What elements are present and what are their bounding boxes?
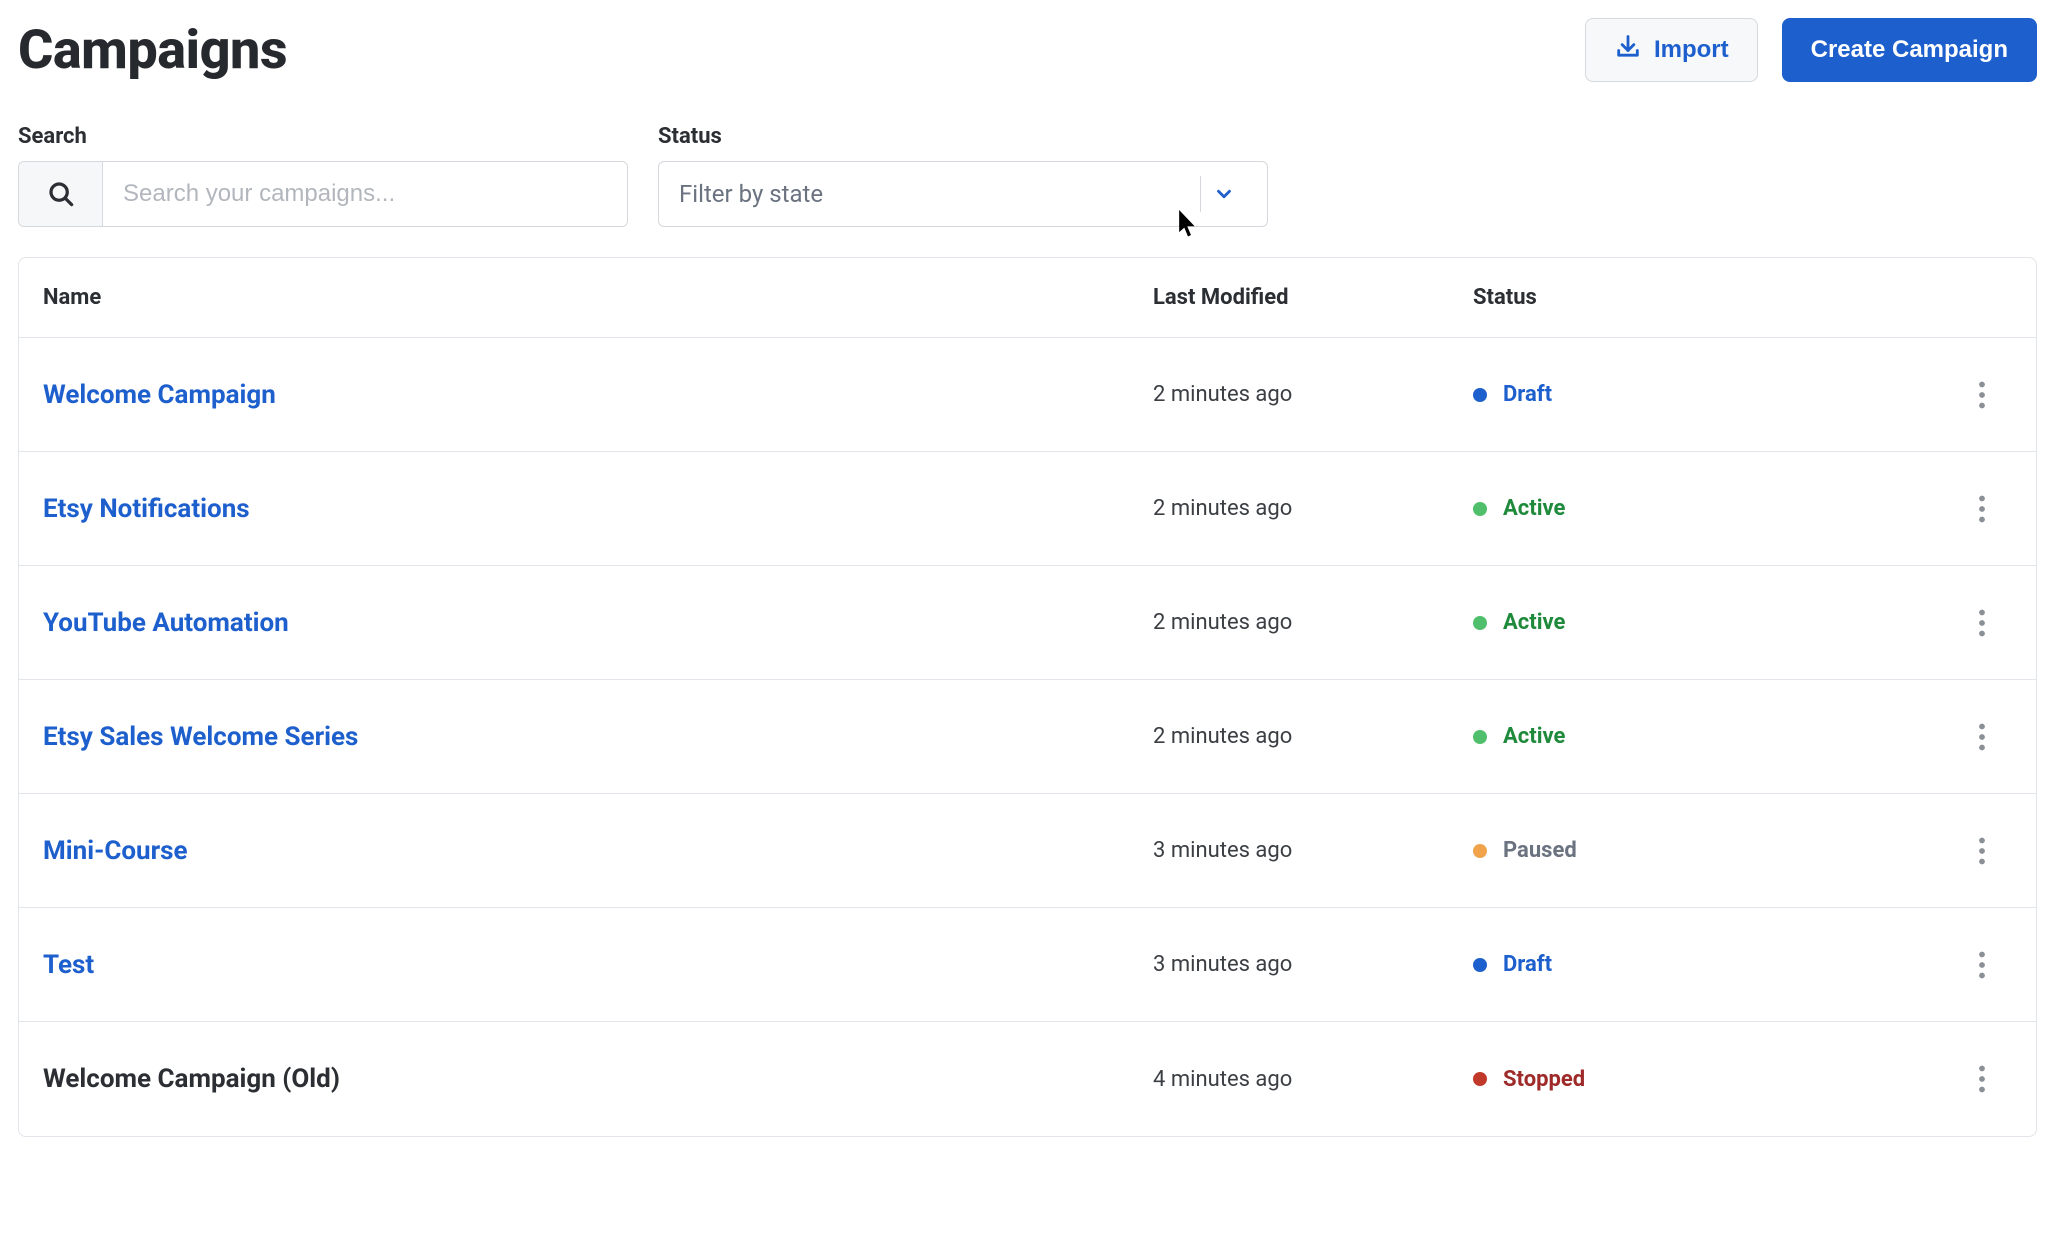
status-text: Paused	[1503, 838, 1577, 863]
status-text: Active	[1503, 610, 1565, 635]
status-label: Status	[658, 124, 1268, 149]
last-modified: 2 minutes ago	[1153, 382, 1473, 407]
table-row: Test3 minutes ago Draft	[19, 908, 2036, 1022]
row-actions	[1833, 491, 2012, 527]
kebab-icon	[1978, 723, 1986, 751]
status-badge: Paused	[1473, 838, 1833, 863]
last-modified: 3 minutes ago	[1153, 838, 1473, 863]
last-modified: 2 minutes ago	[1153, 496, 1473, 521]
import-button[interactable]: Import	[1585, 18, 1758, 82]
search-input-wrap	[18, 161, 628, 227]
page-title: Campaigns	[18, 19, 287, 82]
row-menu-button[interactable]	[1964, 491, 2000, 527]
kebab-icon	[1978, 495, 1986, 523]
table-row: Welcome Campaign (Old)4 minutes ago Stopp…	[19, 1022, 2036, 1136]
create-campaign-label: Create Campaign	[1811, 36, 2008, 64]
table-row: Etsy Sales Welcome Series2 minutes ago Ac…	[19, 680, 2036, 794]
row-menu-button[interactable]	[1964, 833, 2000, 869]
page-header: Campaigns Import Create Campaign	[18, 18, 2037, 82]
status-dot-icon	[1473, 1072, 1487, 1086]
status-badge: Active	[1473, 724, 1833, 749]
row-actions	[1833, 1061, 2012, 1097]
table-row: YouTube Automation2 minutes ago Active	[19, 566, 2036, 680]
status-dot-icon	[1473, 844, 1487, 858]
status-field-group: Status Filter by state	[658, 124, 1268, 227]
campaign-name-link[interactable]: Test	[43, 950, 1153, 980]
search-field-group: Search	[18, 124, 628, 227]
campaign-name-link[interactable]: Etsy Notifications	[43, 494, 1153, 524]
last-modified: 2 minutes ago	[1153, 610, 1473, 635]
campaign-name-link[interactable]: Welcome Campaign	[43, 380, 1153, 410]
campaigns-table: Name Last Modified Status Welcome Campai…	[18, 257, 2037, 1137]
kebab-icon	[1978, 1065, 1986, 1093]
status-badge: Draft	[1473, 382, 1833, 407]
status-dot-icon	[1473, 730, 1487, 744]
status-dot-icon	[1473, 502, 1487, 516]
kebab-icon	[1978, 837, 1986, 865]
import-icon	[1614, 33, 1642, 68]
status-text: Draft	[1503, 382, 1552, 407]
status-badge: Draft	[1473, 952, 1833, 977]
status-dot-icon	[1473, 388, 1487, 402]
campaign-name-link[interactable]: Etsy Sales Welcome Series	[43, 722, 1153, 752]
header-actions: Import Create Campaign	[1585, 18, 2037, 82]
status-filter-placeholder: Filter by state	[679, 180, 823, 208]
table-body: Welcome Campaign2 minutes agoDraftEtsy N…	[19, 338, 2036, 1136]
last-modified: 3 minutes ago	[1153, 952, 1473, 977]
row-menu-button[interactable]	[1964, 605, 2000, 641]
row-actions	[1833, 377, 2012, 413]
create-campaign-button[interactable]: Create Campaign	[1782, 18, 2037, 82]
status-text: Stopped	[1503, 1067, 1585, 1092]
filters: Search Status Filter by state	[18, 124, 2037, 227]
table-row: Welcome Campaign2 minutes ago Draft	[19, 338, 2036, 452]
row-actions	[1833, 833, 2012, 869]
search-label: Search	[18, 124, 628, 149]
row-actions	[1833, 719, 2012, 755]
status-text: Active	[1503, 724, 1565, 749]
status-badge: Active	[1473, 610, 1833, 635]
table-row: Mini-Course3 minutes ago Paused	[19, 794, 2036, 908]
campaign-name-link[interactable]: Welcome Campaign (Old)	[43, 1064, 1153, 1094]
import-label: Import	[1654, 36, 1729, 64]
status-badge: Stopped	[1473, 1067, 1833, 1092]
status-filter-select[interactable]: Filter by state	[658, 161, 1268, 227]
last-modified: 2 minutes ago	[1153, 724, 1473, 749]
kebab-icon	[1978, 609, 1986, 637]
row-actions	[1833, 605, 2012, 641]
status-badge: Active	[1473, 496, 1833, 521]
row-menu-button[interactable]	[1964, 377, 2000, 413]
campaign-name-link[interactable]: YouTube Automation	[43, 608, 1153, 638]
row-actions	[1833, 947, 2012, 983]
search-icon	[19, 162, 103, 226]
search-input[interactable]	[103, 162, 627, 226]
table-row: Etsy Notifications2 minutes ago Active	[19, 452, 2036, 566]
status-dot-icon	[1473, 616, 1487, 630]
row-menu-button[interactable]	[1964, 719, 2000, 755]
status-text: Active	[1503, 496, 1565, 521]
chevron-down-icon	[1201, 183, 1247, 205]
row-menu-button[interactable]	[1964, 1061, 2000, 1097]
row-menu-button[interactable]	[1964, 947, 2000, 983]
col-modified: Last Modified	[1153, 285, 1473, 310]
last-modified: 4 minutes ago	[1153, 1067, 1473, 1092]
status-text: Draft	[1503, 952, 1552, 977]
kebab-icon	[1978, 951, 1986, 979]
col-status: Status	[1473, 285, 1833, 310]
campaign-name-link[interactable]: Mini-Course	[43, 836, 1153, 866]
kebab-icon	[1978, 381, 1986, 409]
col-name: Name	[43, 285, 1153, 310]
status-dot-icon	[1473, 958, 1487, 972]
table-header: Name Last Modified Status	[19, 258, 2036, 338]
